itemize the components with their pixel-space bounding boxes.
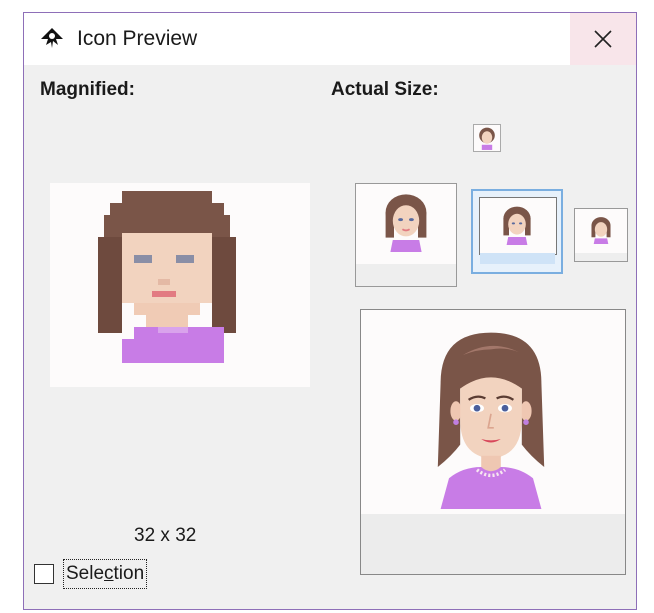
face-image-48 (385, 194, 427, 252)
preview-128-footer (361, 514, 625, 574)
face-image-16 (479, 127, 495, 150)
window-title: Icon Preview (77, 27, 198, 50)
inkscape-logo-icon (41, 28, 63, 48)
preview-48[interactable] (355, 183, 457, 287)
preview-24[interactable] (574, 208, 628, 262)
close-icon (594, 30, 612, 48)
selection-checkbox-row[interactable]: Selection (34, 558, 148, 590)
selection-label[interactable]: Selection (63, 559, 148, 589)
selection-checkbox[interactable] (34, 564, 54, 584)
preview-16[interactable] (473, 124, 501, 152)
face-image-32 (503, 206, 531, 245)
preview-32-selected[interactable] (471, 189, 563, 274)
icon-preview-window: Icon Preview Magnified: Actual Size: 32 … (23, 12, 637, 610)
title-bar: Icon Preview (24, 13, 636, 65)
close-button[interactable] (570, 13, 636, 65)
magnified-label: Magnified: (40, 79, 135, 100)
preview-32-frame (479, 197, 557, 255)
magnified-face-image (98, 191, 236, 363)
preview-48-footer (356, 264, 456, 286)
preview-32-footer (480, 253, 555, 264)
face-image-24 (591, 217, 611, 244)
magnified-size-label: 32 x 32 (134, 525, 197, 546)
magnified-preview (50, 183, 310, 387)
face-image-128 (437, 332, 545, 509)
actual-size-label: Actual Size: (331, 79, 439, 100)
preview-24-footer (575, 253, 627, 261)
preview-128[interactable] (360, 309, 626, 575)
